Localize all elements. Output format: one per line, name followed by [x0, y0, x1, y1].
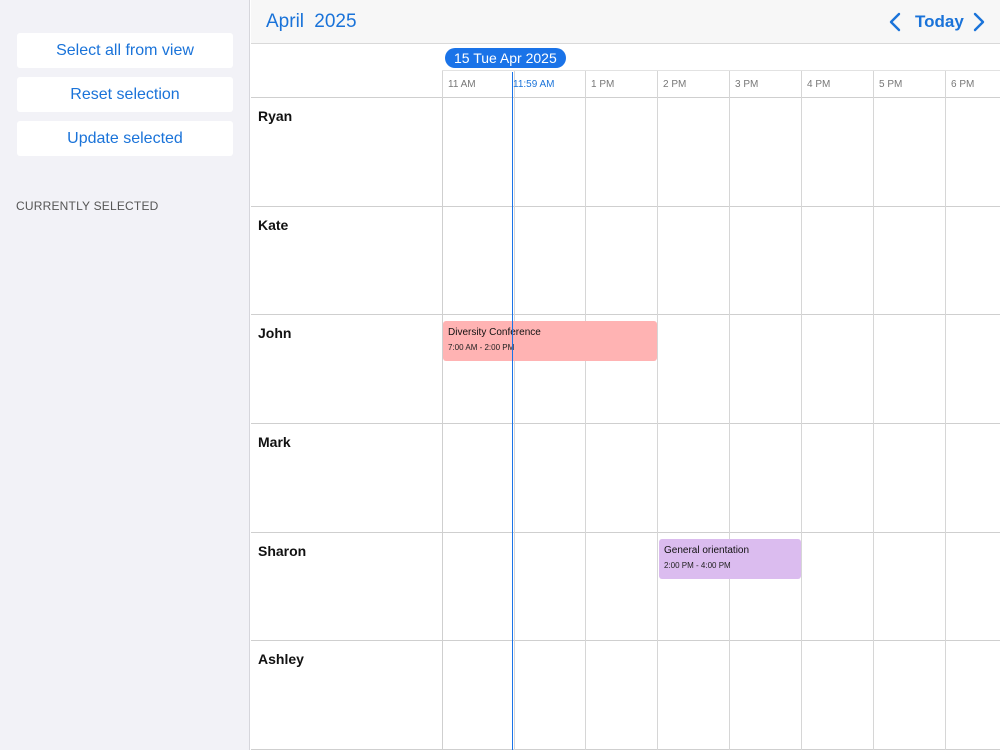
resource-row[interactable]: Mark [251, 424, 1000, 533]
grid-line [442, 98, 443, 750]
grid-line [945, 98, 946, 750]
resource-row[interactable]: Ryan [251, 98, 1000, 207]
date-pill[interactable]: 15 Tue Apr 2025 [445, 48, 566, 68]
today-button[interactable]: Today [915, 12, 964, 32]
hour-label: 3 PM [729, 71, 801, 98]
resource-name: Mark [258, 434, 291, 450]
update-selected-button[interactable]: Update selected [17, 121, 233, 156]
hour-label: 11 AM [442, 71, 514, 98]
resource-name: Ashley [258, 651, 304, 667]
grid-line [729, 98, 730, 750]
resource-name: John [258, 325, 292, 341]
select-all-button[interactable]: Select all from view [17, 33, 233, 68]
scheduler-app: Select all from view Reset selection Upd… [0, 0, 1000, 750]
resource-name: Ryan [258, 108, 293, 124]
chevron-left-icon[interactable] [885, 10, 907, 34]
grid-line [873, 98, 874, 750]
grid-line [514, 98, 515, 750]
resource-row[interactable]: Ashley [251, 641, 1000, 750]
grid-line [801, 98, 802, 750]
event-title: General orientation [664, 545, 750, 556]
grid-line [657, 98, 658, 750]
timeline-header: 15 Tue Apr 2025 11 AM 1 PM 2 PM 3 PM 4 P… [251, 45, 1000, 98]
resource-name: Kate [258, 217, 289, 233]
resource-row[interactable]: Sharon [251, 533, 1000, 641]
event-time: 7:00 AM - 2:00 PM [448, 343, 515, 352]
grid-line [585, 98, 586, 750]
month-year-title[interactable]: April 2025 [266, 11, 357, 33]
hour-label: 2 PM [657, 71, 729, 98]
resource-grid: Ryan Kate John Mark Sharon Ashley Divers… [251, 98, 1000, 750]
hour-label: 4 PM [801, 71, 873, 98]
scheduler-main: April 2025 Today 15 Tue Apr 2025 11 AM 1… [251, 0, 1000, 750]
resource-row[interactable]: Kate [251, 207, 1000, 315]
year-label: 2025 [314, 11, 357, 32]
sidebar: Select all from view Reset selection Upd… [0, 0, 250, 750]
hour-label: 6 PM [945, 71, 1000, 98]
current-time-indicator [512, 72, 513, 750]
hour-label: 1 PM [585, 71, 657, 98]
month-label: April [266, 11, 305, 32]
resource-name: Sharon [258, 543, 307, 559]
event-general-orientation[interactable]: General orientation 2:00 PM - 4:00 PM [659, 539, 801, 579]
hour-label: 5 PM [873, 71, 945, 98]
event-diversity-conference[interactable]: Diversity Conference 7:00 AM - 2:00 PM [443, 321, 657, 361]
event-title: Diversity Conference [448, 327, 541, 338]
chevron-right-icon[interactable] [967, 10, 989, 34]
current-time-label: 11:59 AM [513, 79, 555, 90]
reset-selection-button[interactable]: Reset selection [17, 77, 233, 112]
event-time: 2:00 PM - 4:00 PM [664, 561, 731, 570]
currently-selected-label: CURRENTLY SELECTED [16, 199, 159, 213]
calendar-toolbar: April 2025 Today [251, 0, 1000, 44]
